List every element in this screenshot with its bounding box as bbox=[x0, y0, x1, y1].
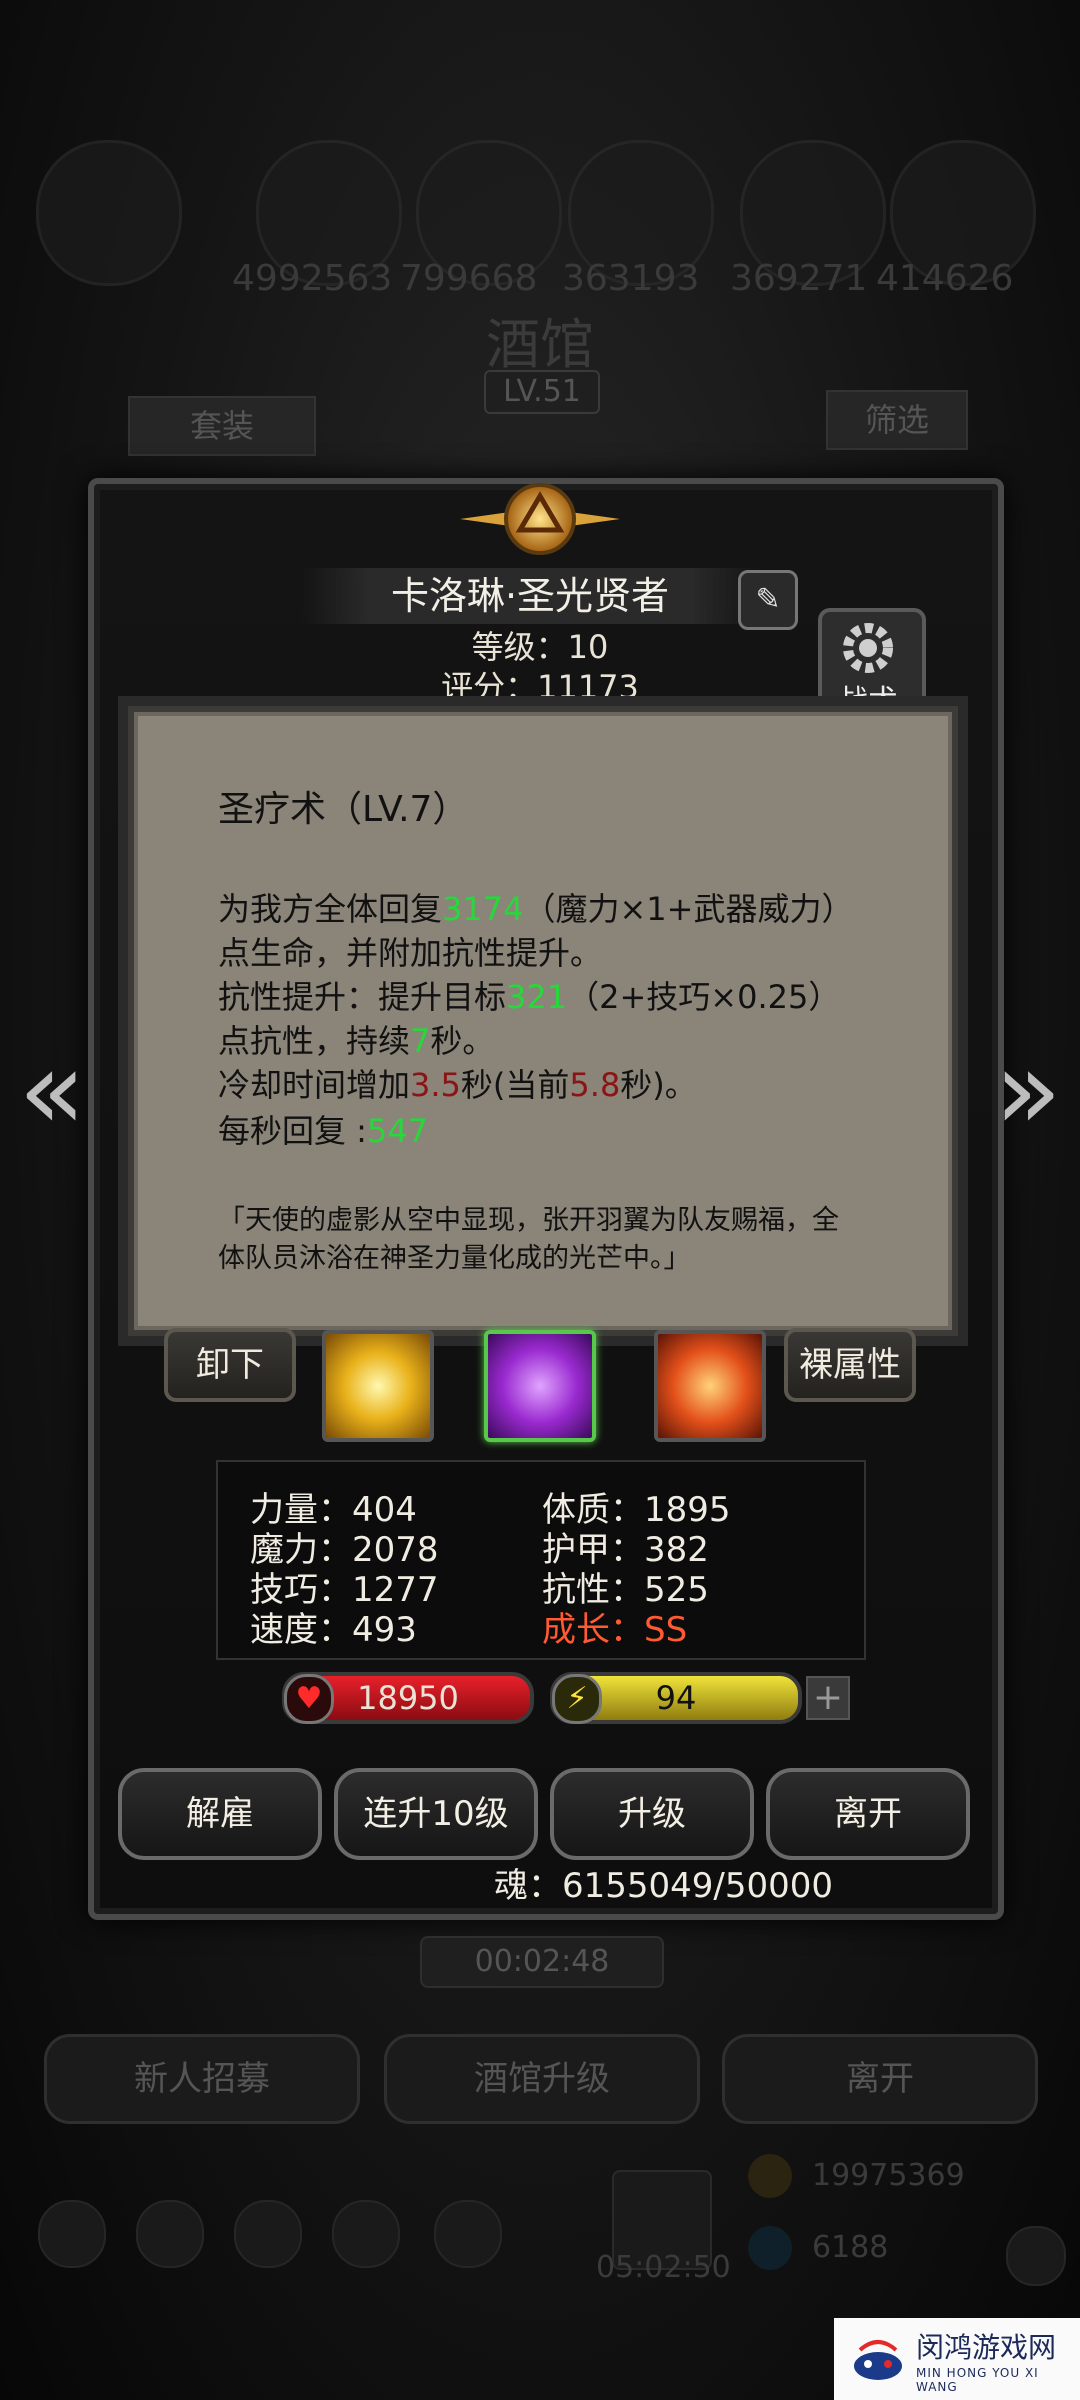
stat-growth: 成长：SS bbox=[542, 1610, 688, 1650]
skill-desc-line: 抗性提升：提升目标321（2+技巧×0.25） bbox=[218, 978, 841, 1016]
resource-count: 799668 bbox=[400, 258, 538, 299]
equipment-slot bbox=[36, 140, 182, 286]
skill-title: 圣疗术（LV.7） bbox=[218, 789, 469, 830]
gear-icon bbox=[843, 623, 893, 673]
sun-emblem-icon bbox=[460, 483, 620, 555]
heart-icon: ♥ bbox=[284, 1674, 334, 1724]
dock-timer: 05:02:50 bbox=[596, 2250, 731, 2285]
skill-slot-light-burst-icon[interactable] bbox=[322, 1330, 434, 1442]
dock-icon[interactable] bbox=[234, 2200, 302, 2268]
level-up-10-button[interactable]: 连升10级 bbox=[334, 1768, 538, 1860]
dock-icon[interactable] bbox=[332, 2200, 400, 2268]
naked-attributes-button[interactable]: 裸属性 bbox=[784, 1328, 916, 1402]
dismiss-button[interactable]: 解雇 bbox=[118, 1768, 322, 1860]
tavern-timer: 00:02:48 bbox=[420, 1936, 664, 1988]
tavern-leave-button[interactable]: 离开 bbox=[722, 2034, 1038, 2124]
level-up-button[interactable]: 升级 bbox=[550, 1768, 754, 1860]
skill-desc-line: 每秒回复 :547 bbox=[218, 1112, 429, 1150]
gamepad-logo-icon bbox=[854, 2340, 902, 2380]
skill-flavor-text: 「天使的虚影从空中显现，张开羽翼为队友赐福，全 bbox=[218, 1205, 839, 1236]
add-energy-button[interactable]: + bbox=[806, 1676, 850, 1720]
skill-flavor-text: 体队员沐浴在神圣力量化成的光芒中。」 bbox=[218, 1243, 691, 1274]
dock-icon[interactable] bbox=[434, 2200, 502, 2268]
gem-icon bbox=[748, 2226, 792, 2270]
next-hero-arrow-icon[interactable]: » bbox=[988, 1035, 1068, 1150]
watermark-title: 闵鸿游戏网 bbox=[916, 2331, 1057, 2364]
resource-count: 4992563 bbox=[232, 258, 393, 299]
recruit-button[interactable]: 新人招募 bbox=[44, 2034, 360, 2124]
leave-button[interactable]: 离开 bbox=[766, 1768, 970, 1860]
dock-icon[interactable] bbox=[136, 2200, 204, 2268]
tavern-upgrade-button[interactable]: 酒馆升级 bbox=[384, 2034, 700, 2124]
edit-name-button[interactable]: ✎ bbox=[738, 570, 798, 630]
skill-slot-holy-heal-icon[interactable] bbox=[484, 1330, 596, 1442]
soul-counter: 魂：6155049/50000 bbox=[494, 1866, 834, 1906]
skill-desc-line: 点抗性，持续7秒。 bbox=[218, 1022, 495, 1060]
resource-count: 414626 bbox=[876, 258, 1014, 299]
skill-slot-fire-shield-icon[interactable] bbox=[654, 1330, 766, 1442]
lightning-icon: ⚡ bbox=[552, 1674, 602, 1724]
tab-set[interactable]: 套装 bbox=[128, 396, 316, 456]
tavern-level: LV.51 bbox=[484, 370, 600, 414]
gem-count: 6188 bbox=[812, 2230, 889, 2265]
stat-speed: 速度：493 bbox=[250, 1610, 417, 1650]
resource-count: 363193 bbox=[562, 258, 700, 299]
add-gem-icon[interactable] bbox=[1006, 2226, 1066, 2286]
tab-filter[interactable]: 筛选 bbox=[826, 390, 968, 450]
gold-coin-icon bbox=[748, 2154, 792, 2198]
skill-desc-line: 为我方全体回复3174（魔力×1+武器威力） bbox=[218, 890, 854, 928]
gold-count: 19975369 bbox=[812, 2158, 965, 2193]
unequip-button[interactable]: 卸下 bbox=[164, 1328, 296, 1402]
hero-name: 卡洛琳·圣光贤者 bbox=[390, 574, 670, 618]
tavern-title: 酒馆 bbox=[486, 313, 594, 376]
prev-hero-arrow-icon[interactable]: « bbox=[12, 1035, 92, 1150]
skill-desc-line: 点生命，并附加抗性提升。 bbox=[218, 934, 603, 972]
watermark-subtitle: MIN HONG YOU XI WANG bbox=[916, 2366, 1039, 2394]
resource-count: 369271 bbox=[730, 258, 868, 299]
dock-icon[interactable] bbox=[38, 2200, 106, 2268]
skill-desc-line: 冷却时间增加3.5秒(当前5.8秒)。 bbox=[218, 1066, 697, 1104]
hero-score: 评分：11173 bbox=[441, 668, 639, 706]
pencil-icon: ✎ bbox=[755, 582, 781, 617]
